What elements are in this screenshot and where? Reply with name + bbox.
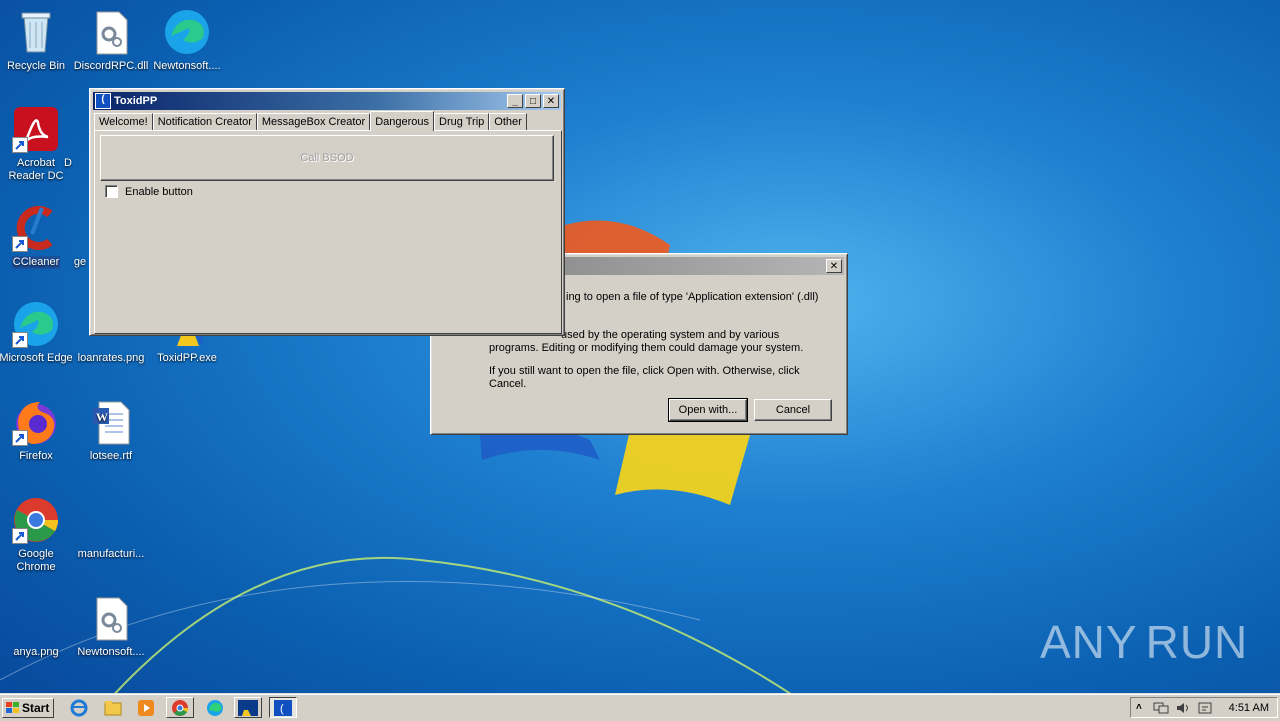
tab-welcome[interactable]: Welcome! (94, 113, 153, 130)
maximize-button[interactable]: □ (525, 94, 541, 108)
tab-drug-trip[interactable]: Drug Trip (434, 113, 490, 130)
system-tray: ˄ 4:51 AM (1130, 697, 1278, 718)
desktop-icon-label: Newtonsoft.... (153, 60, 221, 72)
tab-other[interactable]: Other (489, 113, 527, 130)
ccleaner-icon (12, 204, 60, 252)
desktop-icon-recycle-bin[interactable]: Recycle Bin (0, 8, 74, 73)
shortcut-arrow-icon (12, 528, 28, 544)
desktop-icon-label: lotsee.rtf (89, 450, 133, 462)
shortcut-arrow-icon (12, 137, 28, 153)
tab-notification-creator[interactable]: Notification Creator (152, 113, 257, 130)
desktop-icon-firefox[interactable]: Firefox (0, 398, 74, 463)
edge-icon (163, 8, 211, 56)
desktop-icon-label: Google Chrome (16, 548, 56, 573)
dangerous-tab-panel: Call BSOD Enable button (94, 130, 562, 334)
image-file-icon (12, 594, 60, 642)
file-explorer-icon[interactable] (102, 698, 124, 718)
file-icon (75, 204, 85, 252)
dll-file-icon (87, 594, 135, 642)
desktop-icon-chrome[interactable]: Google Chrome (0, 496, 74, 574)
taskbar: Start ( ˄ 4:51 AM (0, 694, 1280, 721)
recycle-bin-icon (12, 8, 60, 56)
desktop-icon-label: anya.png (13, 646, 59, 658)
desktop-icon-lotsee[interactable]: W lotsee.rtf (73, 398, 149, 463)
word-document-icon: W (87, 398, 135, 446)
dialog-message-line3a: If you still want to open the file, clic… (489, 365, 800, 377)
wallpaper-swoosh (0, 556, 801, 711)
enable-button-checkbox[interactable]: Enable button (105, 185, 193, 198)
dialog-message-line2b: programs. Editing or modifying them coul… (489, 342, 804, 354)
minimize-button[interactable]: _ (507, 94, 523, 108)
cancel-button[interactable]: Cancel (754, 399, 832, 421)
clock[interactable]: 4:51 AM (1229, 702, 1269, 714)
toxidpp-exe-taskbar-icon[interactable] (234, 697, 262, 718)
desktop-icon-label: CCleaner (11, 256, 61, 269)
desktop-icon-discordrpc[interactable]: DiscordRPC.dll (73, 8, 149, 73)
dialog-message-line1: ing to open a file of type 'Application … (566, 291, 819, 303)
desktop-icon-newtonsoft-1[interactable]: Newtonsoft.... (149, 8, 225, 73)
toxidpp-taskbar-button[interactable]: ( (269, 697, 297, 718)
dialog-close-button[interactable]: ✕ (826, 259, 842, 273)
desktop-icon-label: Newtonsoft.... (77, 646, 145, 658)
desktop-icon-edge[interactable]: Microsoft Edge (0, 300, 74, 365)
watermark-run: RUN (1145, 616, 1249, 668)
desktop-icon-label: loanrates.png (77, 352, 145, 364)
desktop-icon-hidden-1[interactable]: D (48, 105, 88, 170)
edge-icon (12, 300, 60, 348)
toxidpp-window[interactable]: ( ToxidPP _ □ ✕ Welcome! Notification Cr… (89, 88, 565, 336)
desktop-icon-anya[interactable]: anya.png (0, 594, 74, 659)
window-title: ToxidPP (114, 95, 158, 107)
desktop-icon-label: ToxidPP.exe (157, 352, 217, 364)
start-label: Start (22, 701, 50, 715)
checkbox-box[interactable] (105, 185, 118, 198)
app-icon: ( (95, 93, 111, 109)
show-hidden-icons-chevron-icon[interactable]: ˄ (1136, 702, 1142, 713)
open-with-button[interactable]: Open with... (668, 398, 748, 422)
shortcut-arrow-icon (12, 332, 28, 348)
desktop-icon-newtonsoft-2[interactable]: Newtonsoft.... (73, 594, 149, 659)
firefox-icon (12, 398, 60, 446)
windows-flag-icon (6, 702, 19, 713)
toxidpp-titlebar[interactable]: ( ToxidPP _ □ ✕ (93, 92, 561, 110)
start-button[interactable]: Start (2, 698, 54, 718)
close-button[interactable]: ✕ (543, 94, 559, 108)
dll-file-icon (87, 8, 135, 56)
shortcut-arrow-icon (12, 236, 28, 252)
file-icon (87, 496, 135, 544)
desktop-icon-label: Microsoft Edge (0, 352, 73, 364)
checkbox-label: Enable button (125, 185, 193, 198)
media-player-icon[interactable] (135, 698, 157, 718)
svg-text:(: ( (280, 703, 284, 715)
desktop-icon-label: manufacturi... (77, 548, 145, 560)
dialog-message-line3b: Cancel. (489, 378, 527, 390)
desktop-icon-label: D (64, 157, 72, 169)
desktop-icon-label: Firefox (19, 450, 53, 462)
chrome-icon (12, 496, 60, 544)
volume-icon[interactable] (1175, 701, 1191, 715)
shortcut-arrow-icon (12, 430, 28, 446)
watermark-any: ANY (1040, 616, 1138, 668)
desktop-icon-manufacturi[interactable]: manufacturi... (73, 496, 149, 561)
tab-dangerous[interactable]: Dangerous (370, 111, 435, 131)
edge-taskbar-icon[interactable] (204, 698, 226, 718)
anyrun-watermark: ANY RUN (1040, 612, 1247, 672)
desktop-icon-label: DiscordRPC.dll (73, 60, 149, 72)
internet-explorer-icon[interactable] (68, 698, 90, 718)
tab-strip: Welcome! Notification Creator MessageBox… (94, 111, 527, 131)
file-icon (63, 105, 73, 153)
tab-messagebox-creator[interactable]: MessageBox Creator (256, 113, 371, 130)
action-center-icon[interactable] (1197, 701, 1213, 715)
dialog-message-line2a: used by the operating system and by vari… (561, 329, 780, 341)
chrome-taskbar-icon[interactable] (166, 697, 194, 718)
call-bsod-button[interactable]: Call BSOD (100, 135, 554, 181)
network-icon[interactable] (1153, 701, 1169, 715)
svg-text:W: W (96, 410, 108, 424)
desktop-icon-label: Recycle Bin (6, 60, 66, 72)
